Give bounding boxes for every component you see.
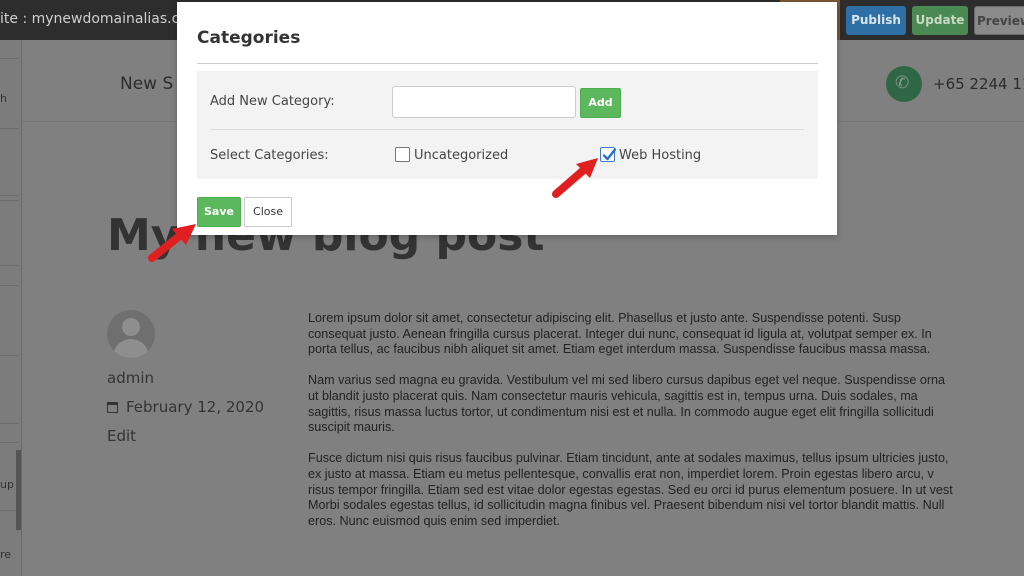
sidebar-divider — [0, 200, 18, 201]
sidebar-divider — [0, 58, 18, 59]
paragraph-line: Fusce dictum nisi quis risus faucibus pu… — [308, 451, 949, 466]
avatar-body-shape — [113, 339, 149, 358]
paragraph-line: risus tempor fringilla. Etiam sed est vi… — [308, 482, 953, 497]
select-categories-label: Select Categories: — [210, 148, 329, 163]
post-paragraph: Lorem ipsum dolor sit amet, consectetur … — [308, 311, 1024, 358]
paragraph-line: eros. Nunc euismod quis enim sed imperdi… — [308, 513, 560, 528]
paragraph-line: Morbi sodales egestas tellus, id sollici… — [308, 498, 945, 513]
phone-number: +65 2244 11( — [933, 75, 1024, 93]
publish-button[interactable]: Publish — [846, 6, 906, 35]
sidebar-divider — [0, 442, 18, 443]
close-button[interactable]: Close — [244, 197, 292, 227]
sidebar-divider — [0, 355, 18, 356]
site-title[interactable]: New S — [120, 74, 173, 94]
paragraph-line: Lorem ipsum dolor sit amet, consectetur … — [308, 311, 901, 325]
calendar-icon — [107, 402, 118, 413]
post-paragraph: Fusce dictum nisi quis risus faucibus pu… — [308, 451, 1024, 529]
post-date-text: February 12, 2020 — [126, 398, 265, 416]
new-category-input[interactable] — [392, 86, 576, 118]
post-paragraph: Nam varius sed magna eu gravida. Vestibu… — [308, 373, 1024, 435]
paragraph-line: ex justo at massa. Etiam eu metus pellen… — [308, 466, 934, 481]
red-arrow-icon — [552, 158, 598, 198]
sidebar-divider — [0, 423, 18, 424]
category-form: Add New Category: Add Select Categories:… — [197, 71, 818, 179]
web-hosting-label[interactable]: Web Hosting — [619, 148, 701, 163]
add-category-button[interactable]: Add — [580, 88, 621, 118]
sidebar-divider — [0, 128, 18, 129]
sidebar-divider — [0, 195, 18, 196]
modal-title: Categories — [197, 28, 301, 48]
modal-divider — [197, 63, 818, 64]
left-sidebar-panel: h up re — [0, 40, 22, 576]
avatar — [107, 310, 155, 358]
post-body: Lorem ipsum dolor sit amet, consectetur … — [308, 311, 1024, 545]
uncategorized-checkbox[interactable] — [395, 147, 410, 162]
site-url: ite : mynewdomainalias.com — [0, 11, 202, 27]
paragraph-line: sagittis, risus massa luctus tortor, ut … — [308, 404, 934, 419]
uncategorized-label[interactable]: Uncategorized — [414, 148, 508, 163]
edit-link[interactable]: Edit — [107, 427, 136, 445]
post-author[interactable]: admin — [107, 369, 154, 387]
sidebar-item-label[interactable]: re — [0, 548, 11, 561]
paragraph-line: Nam varius sed magna eu gravida. Vestibu… — [308, 373, 946, 388]
paragraph-line: ut blandit justo placerat quis. Nam cons… — [308, 388, 918, 403]
update-button[interactable]: Update — [912, 6, 968, 35]
paragraph-line: consequat justo. Aenean fringilla cursus… — [308, 326, 932, 341]
phone-icon: ✆ — [895, 73, 910, 92]
sidebar-item-label[interactable]: up — [0, 478, 14, 491]
add-category-label: Add New Category: — [210, 94, 335, 109]
sidebar-item-label[interactable]: h — [0, 92, 7, 105]
form-divider — [210, 129, 804, 130]
sidebar-scrollbar[interactable] — [16, 450, 21, 530]
phone-badge: ✆ — [886, 66, 922, 102]
categories-modal: Categories Add New Category: Add Select … — [177, 2, 837, 235]
post-date: February 12, 2020 — [107, 398, 264, 416]
paragraph-line: porta tellus, ac faucibus nibh aliquet s… — [308, 342, 931, 357]
paragraph-line: suscipit mauris. — [308, 420, 395, 435]
sidebar-divider — [0, 285, 18, 286]
avatar-head-shape — [122, 318, 140, 336]
preview-button[interactable]: Preview — [974, 6, 1024, 35]
sidebar-divider — [0, 265, 18, 266]
red-arrow-icon — [148, 224, 196, 262]
